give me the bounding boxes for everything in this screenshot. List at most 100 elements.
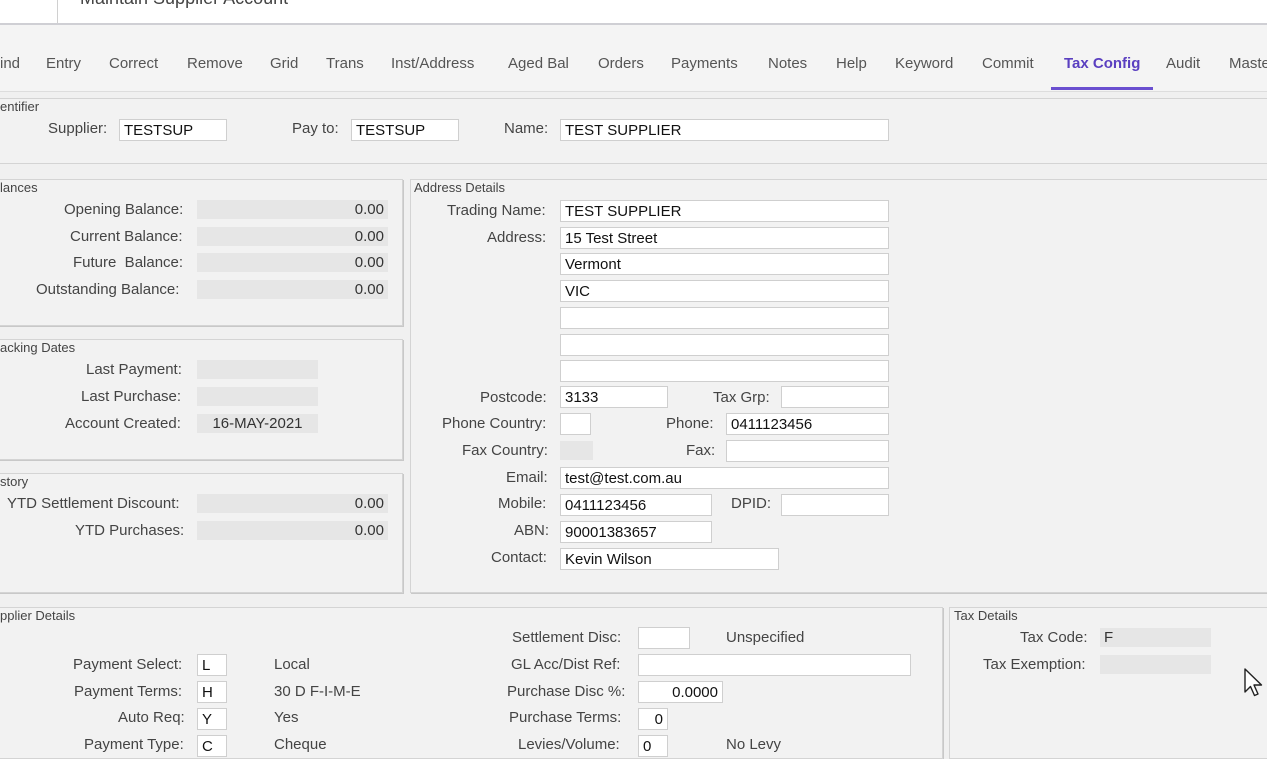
auto-req-desc: Yes bbox=[274, 709, 299, 726]
tab-audit[interactable]: Audit bbox=[1166, 55, 1200, 72]
tracking-dates-legend: acking Dates bbox=[0, 340, 76, 355]
supplier-details-legend: pplier Details bbox=[0, 608, 76, 623]
tax-group-label: Tax Grp: bbox=[713, 389, 770, 406]
address-line-4[interactable] bbox=[560, 307, 889, 329]
fax-country-field bbox=[560, 441, 593, 460]
auto-req-field[interactable]: Y bbox=[197, 708, 227, 730]
tab-master[interactable]: Maste bbox=[1229, 55, 1267, 72]
tab-commit[interactable]: Commit bbox=[982, 55, 1034, 72]
current-balance-label: Current Balance: bbox=[70, 228, 183, 245]
ytd-settlement-discount-label: YTD Settlement Discount: bbox=[7, 495, 180, 512]
identifier-legend: entifier bbox=[0, 99, 40, 114]
tab-find[interactable]: ind bbox=[0, 55, 20, 72]
tab-grid[interactable]: Grid bbox=[270, 55, 298, 72]
tab-payments[interactable]: Payments bbox=[671, 55, 738, 72]
phone-field[interactable]: 0411123456 bbox=[726, 413, 889, 435]
abn-label: ABN: bbox=[514, 522, 550, 539]
payment-type-label: Payment Type: bbox=[84, 736, 184, 753]
trading-name-label: Trading Name: bbox=[447, 202, 546, 219]
payment-type-desc: Cheque bbox=[274, 736, 327, 753]
window-title: Maintain Supplier Account bbox=[80, 0, 288, 9]
abn-field[interactable]: 90001383657 bbox=[560, 521, 712, 543]
current-balance-value: 0.00 bbox=[197, 227, 388, 246]
payment-type-field[interactable]: C bbox=[197, 735, 227, 757]
tab-trans[interactable]: Trans bbox=[326, 55, 364, 72]
future-balance-value: 0.00 bbox=[197, 253, 388, 272]
title-divider bbox=[57, 0, 58, 23]
mobile-label: Mobile: bbox=[498, 495, 547, 512]
tab-orders[interactable]: Orders bbox=[598, 55, 644, 72]
name-field[interactable]: TEST SUPPLIER bbox=[560, 119, 889, 141]
opening-balance-label: Opening Balance: bbox=[64, 201, 184, 218]
settlement-disc-desc: Unspecified bbox=[726, 629, 805, 646]
phone-country-label: Phone Country: bbox=[442, 415, 547, 432]
email-field[interactable]: test@test.com.au bbox=[560, 467, 889, 489]
contact-field[interactable]: Kevin Wilson bbox=[560, 548, 779, 570]
tab-help[interactable]: Help bbox=[836, 55, 867, 72]
address-details-legend: Address Details bbox=[414, 180, 506, 195]
dpid-label: DPID: bbox=[731, 495, 772, 512]
settlement-disc-label: Settlement Disc: bbox=[512, 629, 622, 646]
purchase-terms-field[interactable]: 0 bbox=[638, 708, 668, 730]
tab-entry[interactable]: Entry bbox=[46, 55, 81, 72]
auto-req-label: Auto Req: bbox=[118, 709, 185, 726]
title-bar: Maintain Supplier Account bbox=[0, 0, 1267, 25]
last-purchase-label: Last Purchase: bbox=[81, 388, 182, 405]
outstanding-balance-label: Outstanding Balance: bbox=[36, 281, 180, 298]
payment-terms-label: Payment Terms: bbox=[74, 683, 183, 700]
address-line-3[interactable]: VIC bbox=[560, 280, 889, 302]
address-line-6[interactable] bbox=[560, 360, 889, 382]
address-label: Address: bbox=[487, 229, 547, 246]
tab-correct[interactable]: Correct bbox=[109, 55, 158, 72]
purchase-terms-label: Purchase Terms: bbox=[509, 709, 622, 726]
gl-acc-dist-ref-label: GL Acc/Dist Ref: bbox=[511, 656, 621, 673]
trading-name-field[interactable]: TEST SUPPLIER bbox=[560, 200, 889, 222]
name-label: Name: bbox=[504, 120, 549, 137]
phone-country-field[interactable] bbox=[560, 413, 591, 435]
address-line-5[interactable] bbox=[560, 334, 889, 356]
active-tab-indicator bbox=[1051, 87, 1153, 90]
tab-keyword[interactable]: Keyword bbox=[895, 55, 953, 72]
settlement-disc-field[interactable] bbox=[638, 627, 690, 649]
supplier-label: Supplier: bbox=[48, 120, 108, 137]
tab-aged-bal[interactable]: Aged Bal bbox=[508, 55, 569, 72]
purchase-disc-field[interactable]: 0.0000 bbox=[638, 681, 723, 703]
levies-volume-label: Levies/Volume: bbox=[518, 736, 620, 753]
purchase-disc-label: Purchase Disc %: bbox=[507, 683, 626, 700]
address-line-1[interactable]: 15 Test Street bbox=[560, 227, 889, 249]
opening-balance-value: 0.00 bbox=[197, 200, 388, 219]
levies-volume-field[interactable]: 0 bbox=[638, 735, 668, 757]
postcode-field[interactable]: 3133 bbox=[560, 386, 668, 408]
history-legend: story bbox=[0, 474, 29, 489]
tab-notes[interactable]: Notes bbox=[768, 55, 807, 72]
tab-inst-address[interactable]: Inst/Address bbox=[391, 55, 474, 72]
payment-select-desc: Local bbox=[274, 656, 310, 673]
tax-exemption-label: Tax Exemption: bbox=[983, 656, 1086, 673]
outstanding-balance-value: 0.00 bbox=[197, 280, 388, 299]
ytd-settlement-discount-value: 0.00 bbox=[197, 494, 388, 513]
fax-label: Fax: bbox=[686, 442, 716, 459]
postcode-label: Postcode: bbox=[480, 389, 547, 406]
gl-acc-dist-ref-field[interactable] bbox=[638, 654, 911, 676]
payment-select-field[interactable]: L bbox=[197, 654, 227, 676]
mouse-pointer-icon bbox=[1244, 668, 1263, 697]
tab-remove[interactable]: Remove bbox=[187, 55, 243, 72]
payto-label: Pay to: bbox=[292, 120, 339, 137]
last-payment-value bbox=[197, 360, 318, 379]
dpid-field[interactable] bbox=[781, 494, 889, 516]
address-line-2[interactable]: Vermont bbox=[560, 253, 889, 275]
tax-details-legend: Tax Details bbox=[954, 608, 1018, 623]
supplier-field[interactable]: TESTSUP bbox=[119, 119, 227, 141]
account-created-label: Account Created: bbox=[65, 415, 181, 432]
tax-code-value: F bbox=[1100, 628, 1211, 647]
payment-terms-field[interactable]: H bbox=[197, 681, 227, 703]
payto-field[interactable]: TESTSUP bbox=[351, 119, 459, 141]
tab-tax-config[interactable]: Tax Config bbox=[1064, 55, 1140, 72]
mobile-field[interactable]: 0411123456 bbox=[560, 494, 712, 516]
future-balance-label: Future Balance: bbox=[73, 254, 184, 271]
payment-select-label: Payment Select: bbox=[73, 656, 183, 673]
email-label: Email: bbox=[506, 469, 548, 486]
phone-label: Phone: bbox=[666, 415, 714, 432]
tax-group-field[interactable] bbox=[781, 386, 889, 408]
fax-field[interactable] bbox=[726, 440, 889, 462]
